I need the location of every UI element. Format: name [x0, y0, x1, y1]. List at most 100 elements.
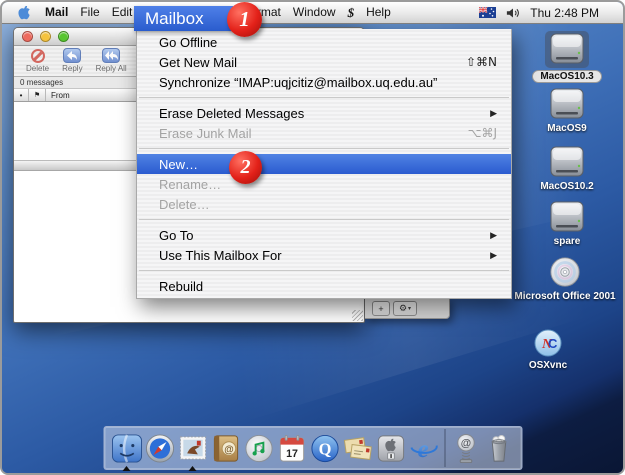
shortcut-label: ⇧⌘N — [466, 55, 497, 69]
menu-separator — [137, 92, 511, 103]
hard-drive-icon — [547, 201, 587, 234]
menu-window[interactable]: Window — [287, 2, 342, 23]
apple-logo-icon — [18, 5, 31, 20]
flag-column-header[interactable]: ⚑ — [29, 89, 46, 101]
dock-item-letters[interactable] — [342, 433, 373, 464]
svg-text:@: @ — [460, 437, 470, 449]
menu-item-rebuild[interactable]: Rebuild — [137, 276, 511, 296]
quicktime-icon: Q — [309, 433, 340, 464]
dock-item-mail-classic[interactable]: @ — [450, 433, 481, 464]
dock-item-quicktime[interactable]: Q — [309, 433, 340, 464]
mailbox-drawer-footer: + ⚙ ▾ — [365, 298, 450, 319]
menu-item-use-this-mailbox-for[interactable]: Use This Mailbox For — [137, 245, 511, 265]
desktop-icon-label: OSXvnc — [529, 360, 567, 371]
ical-icon: 17 — [276, 433, 307, 464]
gear-icon: ⚙ — [399, 303, 407, 315]
chevron-down-icon: ▾ — [408, 303, 411, 315]
reply-all-arrows-icon — [102, 48, 120, 63]
delete-icon — [31, 49, 45, 63]
desktop-icon-label: MacOS9 — [547, 123, 586, 134]
menu-bar-clock[interactable]: Thu 2:48 PM — [530, 6, 599, 20]
dock-item-safari[interactable] — [144, 433, 175, 464]
trash-icon — [483, 433, 514, 464]
itunes-icon — [243, 433, 274, 464]
mail-stamp-icon — [177, 433, 208, 464]
desktop-icon-ms-office[interactable]: Microsoft Office 2001 — [500, 255, 625, 302]
finder-icon — [111, 433, 142, 464]
menu-item-delete: Delete… — [137, 194, 511, 214]
menu-item-new[interactable]: New… — [137, 154, 511, 174]
apple-menu[interactable] — [10, 5, 39, 20]
dock-item-trash[interactable] — [483, 433, 514, 464]
menu-help[interactable]: Help — [360, 2, 397, 23]
mailbox-menu-title[interactable]: Mailbox — [134, 6, 233, 31]
zoom-button[interactable] — [58, 31, 69, 42]
resize-grip[interactable] — [352, 310, 363, 321]
svg-text:Q: Q — [318, 439, 331, 458]
safari-icon — [144, 433, 175, 464]
dock-item-ical[interactable]: 17 — [276, 433, 307, 464]
menu-separator — [137, 143, 511, 154]
desktop-icon-macos103[interactable]: MacOS10.3 — [525, 31, 609, 83]
delete-button[interactable]: Delete — [26, 48, 49, 73]
menu-item-rename: Rename… — [137, 174, 511, 194]
menu-separator — [137, 214, 511, 225]
dock-item-finder[interactable] — [111, 433, 142, 464]
letters-icon — [342, 433, 373, 464]
menu-mail[interactable]: Mail — [39, 2, 74, 23]
svg-text:e: e — [417, 436, 428, 463]
dock-separator — [444, 429, 445, 467]
menu-item-synchronize[interactable]: Synchronize “IMAP:uqjcitiz@mailbox.uq.ed… — [137, 72, 511, 92]
menu-item-go-to[interactable]: Go To — [137, 225, 511, 245]
menu-item-go-offline[interactable]: Go Offline — [137, 32, 511, 52]
reply-all-button[interactable]: Reply All — [96, 48, 127, 73]
annotation-step-1-badge: 1 — [227, 2, 262, 37]
menu-bar: Mail File Edit View Message Format Windo… — [2, 2, 623, 24]
desktop-icon-label: MacOS10.3 — [532, 70, 601, 83]
desktop-icon-label: MacOS10.2 — [540, 181, 593, 192]
menu-item-get-new-mail[interactable]: Get New Mail⇧⌘N — [137, 52, 511, 72]
dock-item-internet-explorer[interactable]: e — [408, 433, 439, 464]
hard-drive-icon — [545, 31, 589, 68]
dock-item-mail[interactable] — [177, 433, 208, 464]
reply-arrow-icon — [63, 48, 81, 63]
input-menu-flag-icon[interactable] — [479, 7, 496, 18]
close-button[interactable] — [22, 31, 33, 42]
desktop-icon-label: Microsoft Office 2001 — [514, 291, 615, 302]
desktop-icon-spare[interactable]: spare — [525, 201, 609, 247]
svg-text:C: C — [548, 336, 558, 351]
hard-drive-icon — [547, 88, 587, 121]
screenshot-frame: MacOS10.3 MacOS9 MacOS10.2 spare Microso… — [0, 0, 625, 475]
menu-file[interactable]: File — [74, 2, 105, 23]
at-stamp-icon: @ — [450, 433, 481, 464]
menu-item-erase-deleted-messages[interactable]: Erase Deleted Messages — [137, 103, 511, 123]
action-menu-button[interactable]: ⚙ ▾ — [393, 301, 417, 316]
svg-text:@: @ — [224, 444, 233, 455]
reply-button[interactable]: Reply — [62, 48, 82, 73]
address-book-icon: @ — [210, 433, 241, 464]
mailbox-menu-panel: Go Offline Get New Mail⇧⌘N Synchronize “… — [136, 29, 512, 299]
add-mailbox-button[interactable]: + — [372, 301, 390, 316]
hard-drive-icon — [547, 146, 587, 179]
internet-explorer-icon: e — [408, 433, 439, 464]
dock: @ 17 Q e @ — [103, 426, 522, 470]
menu-item-erase-junk-mail: Erase Junk Mail⌥⌘J — [137, 123, 511, 143]
unread-column-header[interactable]: • — [14, 89, 29, 101]
cd-icon — [548, 255, 582, 289]
shortcut-label: ⌥⌘J — [468, 126, 497, 140]
dock-item-itunes[interactable] — [243, 433, 274, 464]
svg-text:17: 17 — [286, 448, 298, 460]
menu-separator — [137, 265, 511, 276]
desktop-icon-osxvnc[interactable]: NC OSXvnc — [510, 328, 586, 371]
annotation-step-2-badge: 2 — [229, 151, 262, 184]
dock-item-address-book[interactable]: @ — [210, 433, 241, 464]
system-preferences-icon — [375, 433, 406, 464]
volume-icon[interactable] — [506, 7, 520, 19]
desktop-icon-label: spare — [554, 236, 581, 247]
scripts-menu-icon[interactable]: $ — [342, 2, 361, 23]
dock-item-system-preferences[interactable] — [375, 433, 406, 464]
desktop-icon-macos9[interactable]: MacOS9 — [525, 88, 609, 134]
osxvnc-app-icon: NC — [533, 328, 563, 358]
desktop-icon-macos102[interactable]: MacOS10.2 — [525, 146, 609, 192]
minimize-button[interactable] — [40, 31, 51, 42]
